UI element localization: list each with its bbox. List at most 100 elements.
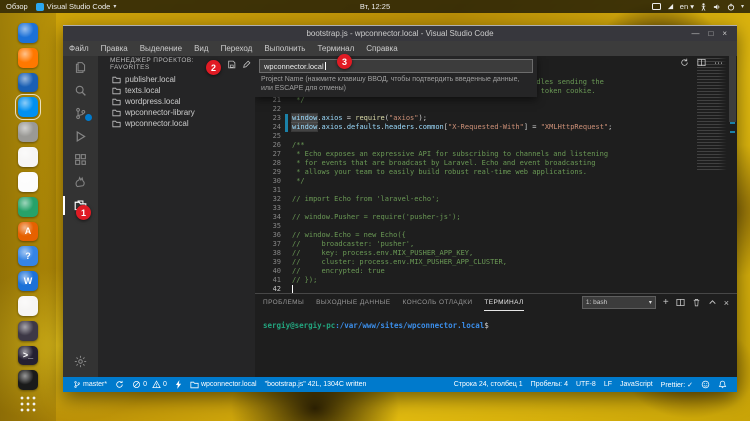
line-number: 27 (272, 150, 281, 158)
quick-input-field[interactable]: wpconnector.local (259, 59, 533, 73)
menu-переход[interactable]: Переход (215, 44, 259, 53)
panel-tab-выходные-данные[interactable]: ВЫХОДНЫЕ ДАННЫЕ (316, 294, 390, 311)
code-line-39: 39 // cluster: process.env.MIX_PUSHER_APP… (255, 258, 693, 267)
search-icon[interactable] (63, 79, 98, 102)
dock-icon-writer-document[interactable] (18, 171, 38, 192)
split-editor-icon[interactable] (697, 58, 706, 67)
project-item-wpconnector.local[interactable]: wpconnector.local (98, 118, 255, 129)
panel-tab-проблемы[interactable]: ПРОБЛЕМЫ (263, 294, 304, 311)
panel-tab-консоль-отладки[interactable]: КОНСОЛЬ ОТЛАДКИ (403, 294, 473, 311)
close-button[interactable]: × (722, 29, 727, 38)
volume-icon[interactable] (713, 3, 721, 11)
status-строка[interactable]: Строка 24, столбец 1 (450, 381, 527, 388)
source-control-icon[interactable] (63, 102, 98, 125)
line-content (288, 222, 292, 231)
desktop: Обзор Visual Studio Code ▾ Вт, 12:25 en … (0, 0, 750, 421)
status-пробелы[interactable]: Пробелы: 4 (527, 381, 572, 388)
dock-icon-app-black-window[interactable] (18, 370, 38, 391)
feedback-icon[interactable] (697, 380, 714, 389)
line-content: * Echo exposes an expressive API for sub… (292, 150, 609, 158)
split-terminal-icon[interactable] (676, 298, 685, 307)
close-panel-icon[interactable]: × (724, 298, 729, 307)
workspace-indicator[interactable]: wpconnector.local (186, 381, 261, 389)
dock-icon-thunderbird[interactable] (18, 72, 38, 93)
manage-gear-icon[interactable] (63, 350, 98, 373)
dock-icon-app-dark[interactable] (18, 320, 38, 341)
dock-icon-app-wave[interactable]: W (18, 271, 38, 291)
project-item-publisher.local[interactable]: publisher.local (98, 74, 255, 85)
save-project-icon[interactable] (227, 60, 236, 69)
dock-icon-file-archiver[interactable] (18, 122, 38, 143)
app-menu[interactable]: Visual Studio Code ▾ (35, 2, 116, 11)
title-bar[interactable]: bootstrap.js - wpconnector.local - Visua… (63, 26, 737, 41)
activities-button[interactable]: Обзор (6, 2, 28, 11)
bolt-indicator[interactable] (171, 380, 186, 389)
kill-terminal-icon[interactable] (692, 298, 701, 307)
dock-icon-app-orange-a[interactable]: A (18, 221, 38, 242)
run-debug-icon[interactable] (63, 125, 98, 148)
sync-button[interactable] (111, 380, 128, 389)
line-number: 33 (272, 204, 281, 212)
line-content: window.axios = require("axios"); (290, 113, 427, 123)
keyboard-layout-indicator[interactable]: en ▾ (680, 2, 694, 11)
dock-icon-app-egg[interactable] (18, 295, 38, 316)
dock-icon-help[interactable]: ? (18, 246, 38, 267)
extensions-icon[interactable] (63, 148, 98, 171)
line-content: * allows your team to easily build robus… (292, 168, 588, 176)
dock-icon-terminal-app[interactable]: >_ (18, 345, 38, 366)
more-actions-icon[interactable]: ⋯ (714, 58, 723, 67)
line-content (288, 204, 292, 213)
menu-файл[interactable]: Файл (63, 44, 95, 53)
status-javascript[interactable]: JavaScript (616, 381, 657, 388)
project-item-wordpress.local[interactable]: wordpress.local (98, 96, 255, 107)
dock-icon-app-green[interactable] (18, 196, 38, 217)
problems-indicator[interactable]: 0 0 (128, 380, 171, 389)
new-terminal-icon[interactable]: + (663, 297, 669, 307)
terminal[interactable]: sergiy@sergiy-pc:/var/www/sites/wpconnec… (255, 311, 737, 330)
accessibility-icon[interactable] (700, 2, 707, 11)
power-icon[interactable] (727, 3, 735, 11)
menu-правка[interactable]: Правка (95, 44, 134, 53)
maximize-panel-icon[interactable] (708, 298, 717, 307)
dock-icon-app-dial[interactable] (18, 147, 38, 167)
menu-выделение[interactable]: Выделение (134, 44, 188, 53)
misc-extension-icon[interactable] (63, 171, 98, 194)
project-item-wpconnector-library[interactable]: wpconnector-library (98, 107, 255, 118)
line-number: 28 (272, 159, 281, 167)
line-content: */ (292, 177, 305, 185)
show-applications-icon[interactable] (19, 395, 37, 414)
panel-tab-терминал[interactable]: ТЕРМИНАЛ (484, 294, 524, 311)
menu-терминал[interactable]: Терминал (311, 44, 360, 53)
menu-вид[interactable]: Вид (188, 44, 214, 53)
terminal-path: :/var/www/sites/wpconnector.local (335, 321, 485, 330)
status-lf[interactable]: LF (600, 381, 616, 388)
maximize-button[interactable]: □ (708, 29, 713, 38)
dock-icon-firefox[interactable] (18, 47, 38, 68)
minimize-button[interactable]: — (691, 29, 699, 38)
folder-icon (112, 109, 121, 116)
dock-icon-browser-blue-ring[interactable] (18, 23, 38, 43)
toggle-changes-icon[interactable] (680, 58, 689, 67)
line-number: 40 (272, 267, 281, 275)
status-utf-8[interactable]: UTF-8 (572, 381, 600, 388)
code-line-28: 28 * for events that are broadcast by La… (255, 159, 693, 168)
explorer-icon[interactable] (63, 56, 98, 79)
code-line-29: 29 * allows your team to easily build ro… (255, 168, 693, 177)
keyboard-icon[interactable] (651, 3, 661, 10)
notifications-bell-icon[interactable] (714, 380, 731, 389)
code-editor[interactable]: ⋯ 19 * to our Laravel back-end. This lib… (255, 56, 737, 293)
edit-projects-icon[interactable] (242, 60, 251, 69)
code-content[interactable]: 19 * to our Laravel back-end. This libra… (255, 78, 693, 293)
line-number: 26 (272, 141, 281, 149)
minimap[interactable] (697, 58, 727, 170)
git-branch-indicator[interactable]: master* (69, 380, 111, 389)
terminal-shell-select[interactable]: 1: bash ▾ (581, 296, 656, 309)
network-icon[interactable] (667, 3, 674, 10)
project-item-texts.local[interactable]: texts.local (98, 85, 255, 96)
menu-выполнить[interactable]: Выполнить (258, 44, 311, 53)
status-prettier[interactable]: Prettier: ✓ (657, 381, 697, 389)
editor-scrollbar[interactable] (728, 56, 737, 293)
menu-справка[interactable]: Справка (360, 44, 403, 53)
dock-icon-vscode[interactable] (15, 94, 41, 121)
line-content: // encrypted: true (292, 267, 385, 275)
